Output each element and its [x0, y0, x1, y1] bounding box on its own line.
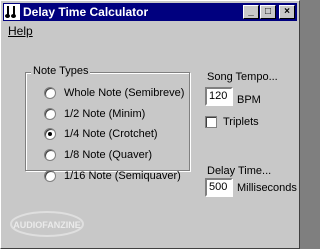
- radio-label: 1/8 Note (Quaver): [64, 149, 153, 161]
- radio-label: Whole Note (Semibreve): [64, 87, 185, 99]
- title-bar[interactable]: Delay Time Calculator _ □ ×: [3, 3, 297, 21]
- radio-button[interactable]: [44, 108, 56, 120]
- radio-button[interactable]: [44, 170, 56, 182]
- radio-button[interactable]: [44, 87, 56, 99]
- note-types-group-label: Note Types: [31, 65, 91, 77]
- radio-label: 1/16 Note (Semiquaver): [64, 170, 181, 182]
- milliseconds-unit-label: Milliseconds: [237, 182, 297, 194]
- bpm-unit-label: BPM: [237, 94, 261, 106]
- radio-half-note[interactable]: 1/2 Note (Minim): [44, 108, 145, 120]
- triplets-checkbox[interactable]: [205, 116, 217, 128]
- tempo-input[interactable]: 120: [205, 87, 233, 106]
- svg-text:AUDIOFANZINE: AUDIOFANZINE: [13, 220, 81, 230]
- music-note-icon[interactable]: [4, 4, 20, 20]
- maximize-button[interactable]: □: [260, 5, 276, 19]
- triplets-label: Triplets: [223, 116, 259, 128]
- radio-button-selected[interactable]: [44, 128, 56, 140]
- menu-bar: Help: [3, 22, 297, 39]
- radio-label: 1/4 Note (Crotchet): [64, 128, 158, 140]
- menu-help-label: Help: [8, 23, 33, 38]
- song-tempo-label: Song Tempo...: [207, 71, 278, 83]
- radio-whole-note[interactable]: Whole Note (Semibreve): [44, 87, 184, 99]
- audiofanzine-watermark-logo: AUDIOFANZINE: [10, 211, 84, 237]
- minimize-button[interactable]: _: [243, 5, 259, 19]
- delay-time-output[interactable]: 500: [205, 178, 233, 197]
- radio-label: 1/2 Note (Minim): [64, 108, 146, 120]
- menu-help[interactable]: Help: [3, 24, 38, 38]
- app-window: Delay Time Calculator _ □ × Help Note Ty…: [0, 0, 300, 249]
- radio-sixteenth-note[interactable]: 1/16 Note (Semiquaver): [44, 170, 181, 182]
- close-button[interactable]: ×: [279, 5, 295, 19]
- radio-quarter-note[interactable]: 1/4 Note (Crotchet): [44, 128, 158, 140]
- radio-button[interactable]: [44, 149, 56, 161]
- window-title: Delay Time Calculator: [23, 5, 149, 19]
- delay-time-label: Delay Time...: [207, 165, 272, 177]
- radio-eighth-note[interactable]: 1/8 Note (Quaver): [44, 149, 152, 161]
